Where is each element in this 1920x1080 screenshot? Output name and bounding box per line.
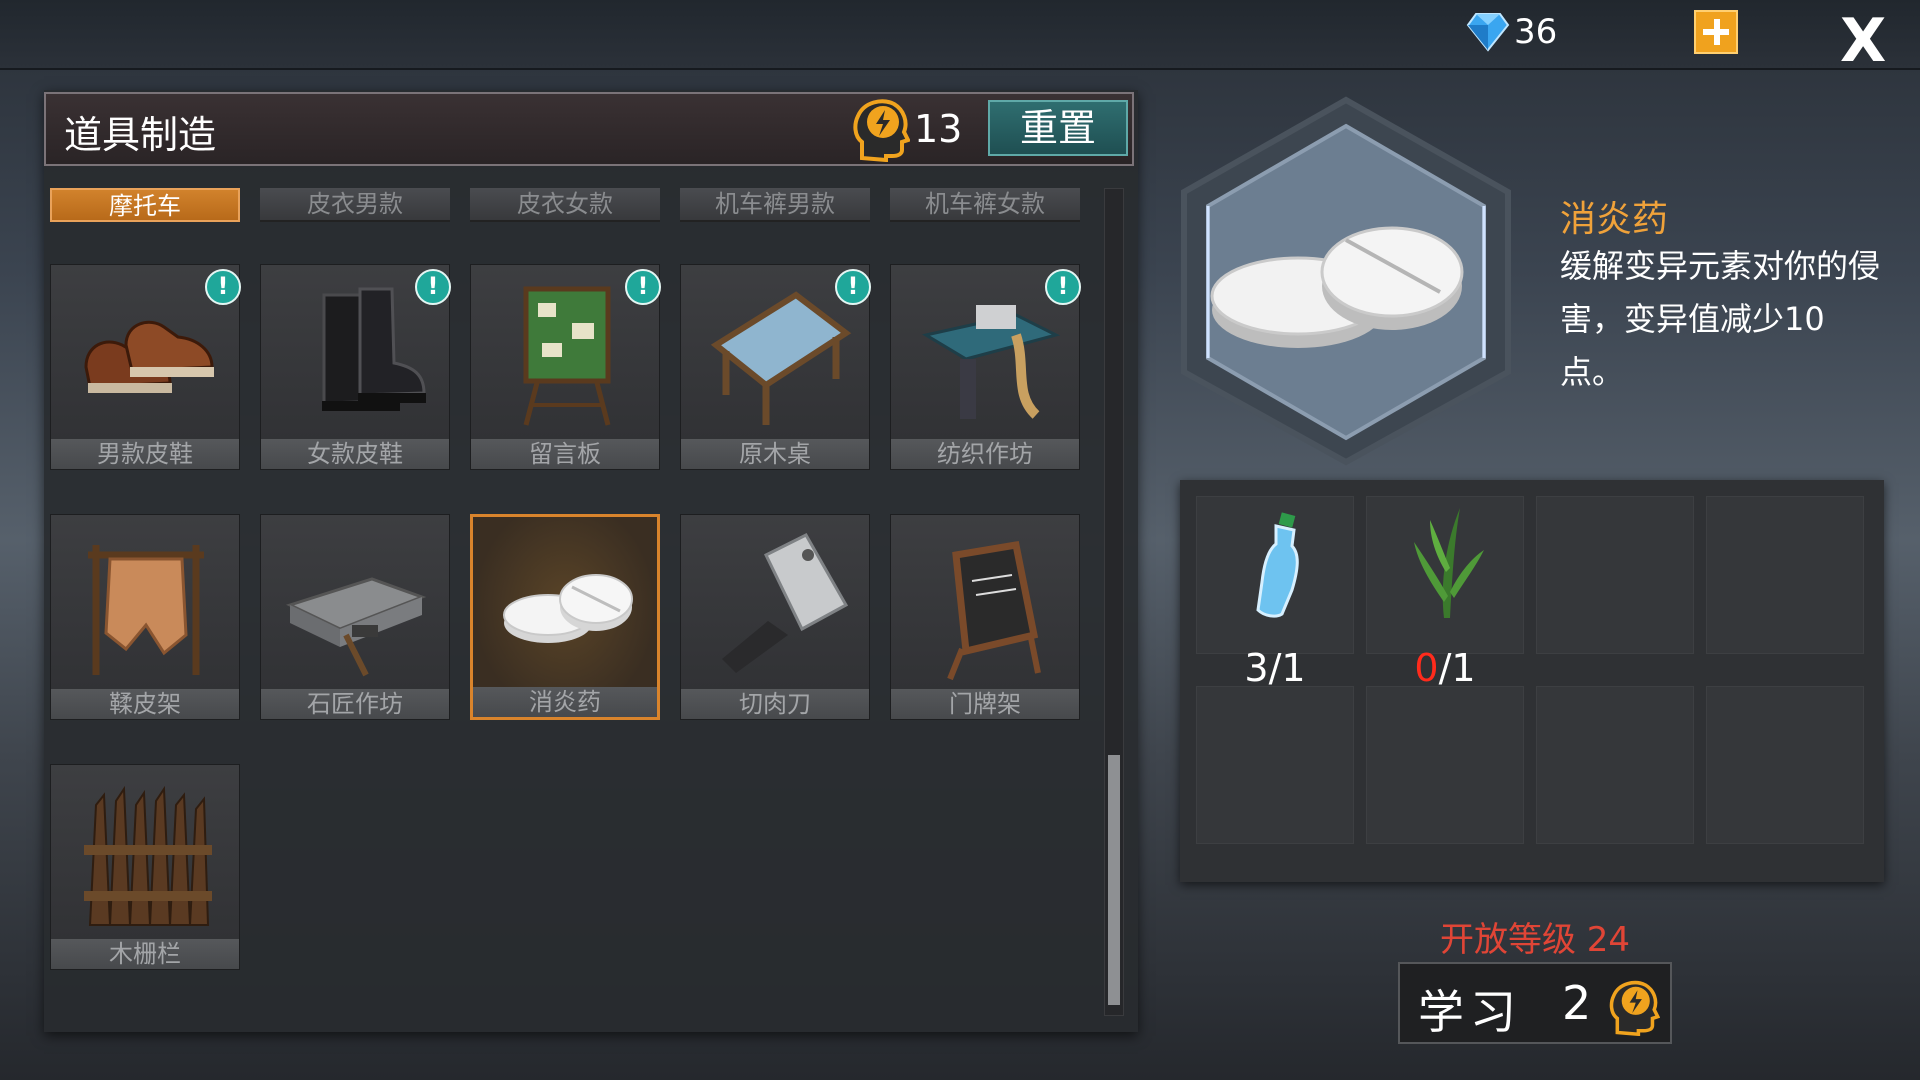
learn-label: 学习 <box>1418 985 1522 1039</box>
textile-workshop-icon <box>922 305 1061 419</box>
add-gems-button[interactable] <box>1694 10 1738 54</box>
tab-biker-pants-men[interactable]: 机车裤男款 <box>680 188 870 222</box>
item-list-scrollbar[interactable] <box>1104 188 1124 1016</box>
pills-icon <box>503 574 633 643</box>
log-table-icon <box>710 291 852 425</box>
reset-button[interactable]: 重置 <box>988 100 1128 156</box>
item-label: 鞣皮架 <box>51 689 239 719</box>
item-label: 消炎药 <box>473 687 657 717</box>
brain-head-icon <box>1609 980 1660 1036</box>
brain-head-icon <box>853 99 910 162</box>
new-alert-icon: ! <box>205 269 241 305</box>
herb-icon <box>1414 508 1484 618</box>
tanning-rack-icon <box>88 545 204 675</box>
panel-header: 道具制造 13 重置 <box>44 92 1134 166</box>
gem-counter: 36 <box>1466 12 1557 52</box>
cleaver-icon <box>722 533 849 673</box>
item-card-mason-workshop[interactable]: 石匠作坊 <box>260 514 450 720</box>
message-board-icon <box>523 286 611 426</box>
item-label: 留言板 <box>471 439 659 469</box>
item-label: 原木桌 <box>681 439 869 469</box>
panel-title: 道具制造 <box>64 113 217 157</box>
requirement-count: 0/1 <box>1414 646 1476 690</box>
tab-leather-jacket-women[interactable]: 皮衣女款 <box>470 188 660 222</box>
empty-requirement-slot <box>1706 496 1864 654</box>
leather-shoes-men-icon <box>84 321 214 393</box>
new-alert-icon: ! <box>415 269 451 305</box>
item-card-tanning-rack[interactable]: 鞣皮架 <box>50 514 240 720</box>
requirement-slot[interactable]: 3/1 <box>1196 496 1354 690</box>
item-label: 女款皮鞋 <box>261 439 449 469</box>
new-alert-icon: ! <box>835 269 871 305</box>
empty-requirement-slot <box>1536 686 1694 844</box>
top-bar: 36 X <box>0 0 1920 76</box>
requirement-slot[interactable]: 0/1 <box>1366 496 1524 690</box>
tab-motorcycle[interactable]: 摩托车 <box>50 188 240 222</box>
new-alert-icon: ! <box>625 269 661 305</box>
item-label: 门牌架 <box>891 689 1079 719</box>
item-card-men-leather-shoes[interactable]: ! 男款皮鞋 <box>50 264 241 470</box>
empty-requirement-slot <box>1366 686 1524 844</box>
tab-leather-jacket-men[interactable]: 皮衣男款 <box>260 188 450 222</box>
item-label: 切肉刀 <box>681 689 869 719</box>
diamond-icon <box>1466 13 1510 52</box>
item-preview-frame <box>1181 96 1511 466</box>
requirement-count: 3/1 <box>1244 646 1306 690</box>
skill-points-value: 13 <box>914 107 963 151</box>
scrollbar-thumb[interactable] <box>1108 755 1120 1005</box>
new-alert-icon: ! <box>1045 269 1081 305</box>
gem-count: 36 <box>1514 12 1558 52</box>
unlock-level-text: 开放等级 24 <box>1439 920 1631 960</box>
item-card-signboard[interactable]: 门牌架 <box>890 514 1080 720</box>
item-card-anti-inflammatory[interactable]: 消炎药 <box>470 514 660 720</box>
wood-fence-icon <box>84 785 212 926</box>
item-card-message-board[interactable]: ! 留言板 <box>470 264 661 470</box>
item-card-wood-fence[interactable]: 木栅栏 <box>50 764 240 970</box>
item-label: 木栅栏 <box>51 939 239 969</box>
item-card-cleaver[interactable]: 切肉刀 <box>680 514 870 720</box>
requirements-panel: 3/1 0/1 <box>1180 480 1884 882</box>
selected-item-description: 缓解变异元素对你的侵害，变异值减少10点。 <box>1560 247 1881 391</box>
skill-points: 13 <box>852 96 962 162</box>
tab-biker-pants-women[interactable]: 机车裤女款 <box>890 188 1080 222</box>
leather-boots-women-icon <box>322 287 426 411</box>
empty-requirement-slot <box>1536 496 1694 654</box>
item-label: 石匠作坊 <box>261 689 449 719</box>
learn-cost: 2 <box>1562 976 1592 1030</box>
empty-requirement-slot <box>1706 686 1864 844</box>
item-card-textile-workshop[interactable]: ! 纺织作坊 <box>890 264 1081 470</box>
water-bottle-icon <box>1256 512 1299 618</box>
item-card-women-leather-boots[interactable]: ! 女款皮鞋 <box>260 264 451 470</box>
close-button[interactable]: X <box>1840 6 1886 76</box>
item-label: 纺织作坊 <box>891 439 1079 469</box>
mason-workshop-icon <box>285 577 427 677</box>
signboard-icon <box>947 540 1041 681</box>
learn-button[interactable]: 学习 2 <box>1398 962 1672 1044</box>
selected-item-name: 消炎药 <box>1560 199 1669 240</box>
item-label: 男款皮鞋 <box>51 439 239 469</box>
item-card-log-table[interactable]: ! 原木桌 <box>680 264 871 470</box>
empty-requirement-slot <box>1196 686 1354 844</box>
